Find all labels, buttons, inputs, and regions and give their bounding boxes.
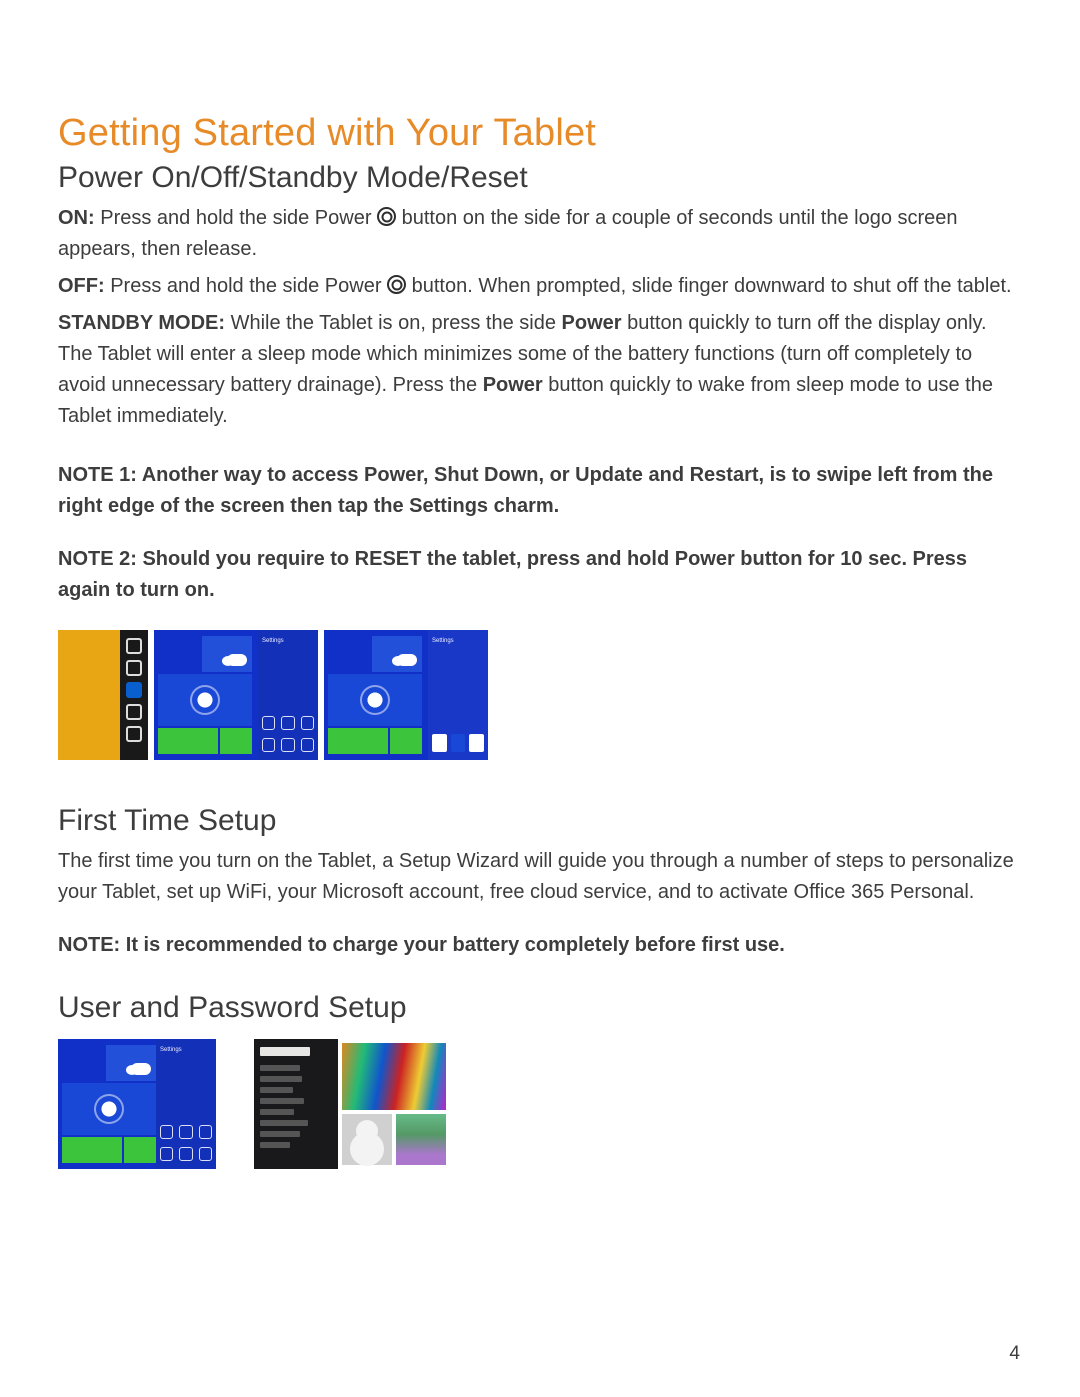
section-heading-first-time: First Time Setup xyxy=(58,804,1022,838)
label-standby: STANDBY MODE: xyxy=(58,312,225,334)
label-off: OFF: xyxy=(58,275,105,297)
start-icon xyxy=(126,682,142,698)
screenshot-pc-settings xyxy=(254,1039,450,1169)
note-charge: NOTE: It is recommended to charge your b… xyxy=(58,930,1022,961)
page-title: Getting Started with Your Tablet xyxy=(58,112,1022,155)
devices-icon xyxy=(126,704,142,720)
figure-row-1: Settings Settings xyxy=(58,630,1022,760)
note-2: NOTE 2: Should you require to RESET the … xyxy=(58,544,1022,606)
search-icon xyxy=(126,638,142,654)
page-number: 4 xyxy=(1009,1343,1020,1365)
screenshot-settings-panel-1: Settings xyxy=(154,630,318,760)
power-icon xyxy=(377,207,396,226)
text-on-a: Press and hold the side Power xyxy=(95,207,377,229)
label-on: ON: xyxy=(58,207,95,229)
screenshot-charms-bar xyxy=(58,630,148,760)
text-off-b: button. When prompted, slide finger down… xyxy=(406,275,1012,297)
text-standby-a: While the Tablet is on, press the side xyxy=(225,312,561,334)
paragraph-first-time: The first time you turn on the Tablet, a… xyxy=(58,846,1022,908)
note-1: NOTE 1: Another way to access Power, Shu… xyxy=(58,460,1022,522)
text-power-bold-2: Power xyxy=(483,374,543,396)
pc-settings-sidebar xyxy=(254,1039,338,1169)
paragraph-on: ON: Press and hold the side Power button… xyxy=(58,203,1022,265)
lockscreen-thumb xyxy=(396,1114,446,1165)
screenshot-settings-panel-2: Settings xyxy=(324,630,488,760)
personalize-stripes xyxy=(342,1043,446,1110)
section-heading-power: Power On/Off/Standby Mode/Reset xyxy=(58,161,1022,195)
figure-row-2: Settings xyxy=(58,1039,1022,1169)
text-off-a: Press and hold the side Power xyxy=(105,275,387,297)
share-icon xyxy=(126,660,142,676)
section-heading-user-password: User and Password Setup xyxy=(58,991,1022,1025)
avatar-icon xyxy=(342,1114,392,1165)
settings-icon xyxy=(126,726,142,742)
screenshot-start-settings: Settings xyxy=(58,1039,216,1169)
paragraph-off: OFF: Press and hold the side Power butto… xyxy=(58,271,1022,302)
power-icon xyxy=(387,275,406,294)
paragraph-standby: STANDBY MODE: While the Tablet is on, pr… xyxy=(58,308,1022,432)
text-power-bold-1: Power xyxy=(562,312,622,334)
